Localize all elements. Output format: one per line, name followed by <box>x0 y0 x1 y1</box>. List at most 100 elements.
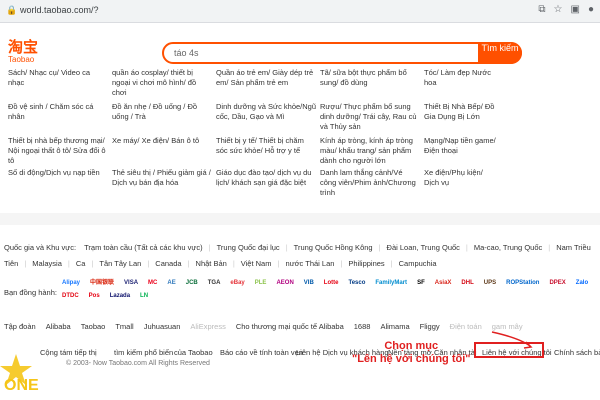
group-link[interactable]: Alimama <box>380 322 409 331</box>
category-link[interactable]: Rượu/ Thực phẩm bổ sung dinh dưỡng/ Trái… <box>320 102 420 132</box>
country-link[interactable]: Việt Nam <box>241 259 272 268</box>
country-link[interactable]: Ca <box>76 259 86 268</box>
partner-logo[interactable]: AsiaX <box>433 279 454 288</box>
profile-icon[interactable]: ● <box>588 4 594 15</box>
partner-logo[interactable]: DHL <box>459 279 475 288</box>
partner-logo[interactable]: Pos <box>87 292 102 301</box>
partner-logo[interactable]: VISA <box>122 279 140 288</box>
category-link[interactable]: Xe điện/Phụ kiện/ Dịch vụ <box>424 168 496 188</box>
divider: | <box>147 259 150 268</box>
category-link[interactable]: Đồ ăn nhẹ / Đồ uống / Đồ uống / Trà <box>112 102 212 122</box>
divider: | <box>465 243 468 252</box>
partner-logo[interactable]: Tesco <box>346 279 367 288</box>
category-link[interactable]: Số di động/Dịch vụ nạp tiền <box>8 168 108 178</box>
category-link[interactable]: Tã/ sữa bột thực phẩm bổ sung/ đồ dùng <box>320 68 420 88</box>
country-link[interactable]: nước Thái Lan <box>285 259 334 268</box>
annotation-line2: "Lên hệ với chúng tôi" <box>352 353 471 365</box>
partner-logo[interactable]: PLE <box>253 279 269 288</box>
footer-link[interactable]: Chính sách bảo m <box>554 348 600 357</box>
country-link[interactable]: Đài Loan, Trung Quốc <box>387 243 460 252</box>
footer-link[interactable]: Báo cáo về tính toàn vẹn <box>220 348 303 357</box>
category-link[interactable]: Thẻ siêu thị / Phiếu giảm giá / Dịch vụ … <box>112 168 212 188</box>
partner-logo[interactable]: 中国银联 <box>88 279 116 288</box>
partner-logo[interactable]: Alipay <box>60 279 82 288</box>
partner-logo[interactable]: DTDC <box>60 292 81 301</box>
partner-logo[interactable]: AE <box>165 279 177 288</box>
divider: | <box>390 259 393 268</box>
partner-logo[interactable]: SF <box>415 279 427 288</box>
category-link[interactable]: Dinh dưỡng và Sức khỏe/Ngũ cốc, Dầu, Gạo… <box>216 102 316 122</box>
country-link[interactable]: Nhật Bản <box>196 259 227 268</box>
country-link[interactable]: Philippines <box>348 259 384 268</box>
group-link[interactable]: Juhuasuan <box>144 322 181 331</box>
partner-logo[interactable]: LN <box>138 292 150 301</box>
divider: | <box>232 259 235 268</box>
logo-cn-text: 淘宝 <box>8 39 39 56</box>
footer-link[interactable]: của Taobao <box>174 348 213 357</box>
category-link[interactable]: Giáo dục đào tạo/ dịch vụ du lịch/ khách… <box>216 168 316 188</box>
group-link[interactable]: 1688 <box>354 322 371 331</box>
divider: | <box>24 259 27 268</box>
group-link[interactable]: Alibaba <box>46 322 71 331</box>
category-link[interactable]: Kính áp tròng, kính áp tròng màu/ khẩu t… <box>320 136 420 166</box>
taobao-logo[interactable]: 淘宝 Taobao <box>8 40 38 64</box>
address-bar[interactable]: world.taobao.com/? <box>20 5 99 15</box>
category-link[interactable]: Thiết bị y tế/ Thiết bị chăm sóc sức khỏ… <box>216 136 316 156</box>
section-divider <box>0 213 600 225</box>
country-link[interactable]: Malaysia <box>32 259 62 268</box>
country-link[interactable]: Ma-cao, Trung Quốc <box>474 243 542 252</box>
browser-toolbar: 🔒 world.taobao.com/? ⧉ ☆ ▣ ● <box>0 0 600 23</box>
countries-label: Quốc gia và Khu vực: <box>4 243 77 252</box>
category-link[interactable]: Tóc/ Làm đẹp Nước hoa <box>424 68 496 88</box>
partner-logo[interactable]: Zalo <box>574 279 590 288</box>
translate-icon[interactable]: ⧉ <box>538 4 545 15</box>
partner-logo[interactable]: FamilyMart <box>373 279 409 288</box>
annotation-line1: Chọn mục <box>384 340 439 352</box>
search-input[interactable]: táo 4s <box>174 48 199 58</box>
watermark-text: ONE <box>4 377 39 394</box>
divider: | <box>67 259 70 268</box>
category-link[interactable]: quần áo cosplay/ thiết bị ngoại vi chơi … <box>112 68 212 98</box>
browser-icons: ⧉ ☆ ▣ ● <box>538 4 594 15</box>
partner-logo[interactable]: Lotte <box>322 279 341 288</box>
group-link[interactable]: Tập đoàn <box>4 322 36 331</box>
category-link[interactable]: Thiết bị nhà bếp thương mại/ Nội ngoại t… <box>8 136 108 166</box>
partners-label: Bạn đồng hành: <box>4 288 57 297</box>
search-button[interactable]: Tìm kiếm <box>478 42 522 64</box>
partner-logo[interactable]: eBay <box>228 279 246 288</box>
group-link[interactable]: Điện toán <box>450 322 482 331</box>
partner-logo[interactable]: MC <box>146 279 159 288</box>
category-link[interactable]: Xe máy/ Xe điện/ Bán ô tô <box>112 136 212 146</box>
divider: | <box>208 243 211 252</box>
partner-logo[interactable]: ROPStation <box>504 279 541 288</box>
category-link[interactable]: Danh lam thắng cảnh/Vé công viên/Phim ản… <box>320 168 420 198</box>
country-link[interactable]: Canada <box>155 259 181 268</box>
partner-logo[interactable]: VIB <box>302 279 316 288</box>
country-link[interactable]: Campuchia <box>399 259 437 268</box>
partner-logo[interactable]: JCB <box>184 279 200 288</box>
extensions-icon[interactable]: ▣ <box>571 4 580 15</box>
group-link[interactable]: Cho thương mại quốc tế Alibaba <box>236 322 344 331</box>
country-link[interactable]: Trung Quốc đại lục <box>217 243 280 252</box>
group-link[interactable]: Fliggy <box>420 322 440 331</box>
country-link[interactable]: Trung Quốc Hồng Kông <box>294 243 373 252</box>
category-link[interactable]: Thiết Bị Nhà Bếp/ Đồ Gia Dụng Bị Lớn <box>424 102 496 122</box>
partner-logo[interactable]: TGA <box>206 279 223 288</box>
category-link[interactable]: Quần áo trẻ em/ Giày dép trẻ em/ Sản phẩ… <box>216 68 316 88</box>
star-icon[interactable]: ☆ <box>554 4 563 15</box>
divider: | <box>548 243 551 252</box>
group-link[interactable]: Tmall <box>115 322 133 331</box>
category-link[interactable]: Mạng/Nạp tiền game/ Điện thoại <box>424 136 496 156</box>
group-link[interactable]: Taobao <box>81 322 106 331</box>
group-link[interactable]: AliExpress <box>190 322 225 331</box>
lock-icon[interactable]: 🔒 <box>6 5 17 15</box>
partner-logo[interactable]: DPEX <box>547 279 567 288</box>
footer-link[interactable]: tìm kiếm phổ biến <box>114 348 173 357</box>
country-link[interactable]: Trạm toàn cầu (Tất cả các khu vực) <box>84 243 203 252</box>
partner-logo[interactable]: AEON <box>274 279 295 288</box>
partner-logo[interactable]: UPS <box>482 279 498 288</box>
category-link[interactable]: Đồ vệ sinh / Chăm sóc cá nhân <box>8 102 108 122</box>
country-link[interactable]: Tân Tây Lan <box>99 259 141 268</box>
partner-logo[interactable]: Lazada <box>108 292 132 301</box>
category-link[interactable]: Sách/ Nhạc cụ/ Video ca nhạc <box>8 68 108 88</box>
